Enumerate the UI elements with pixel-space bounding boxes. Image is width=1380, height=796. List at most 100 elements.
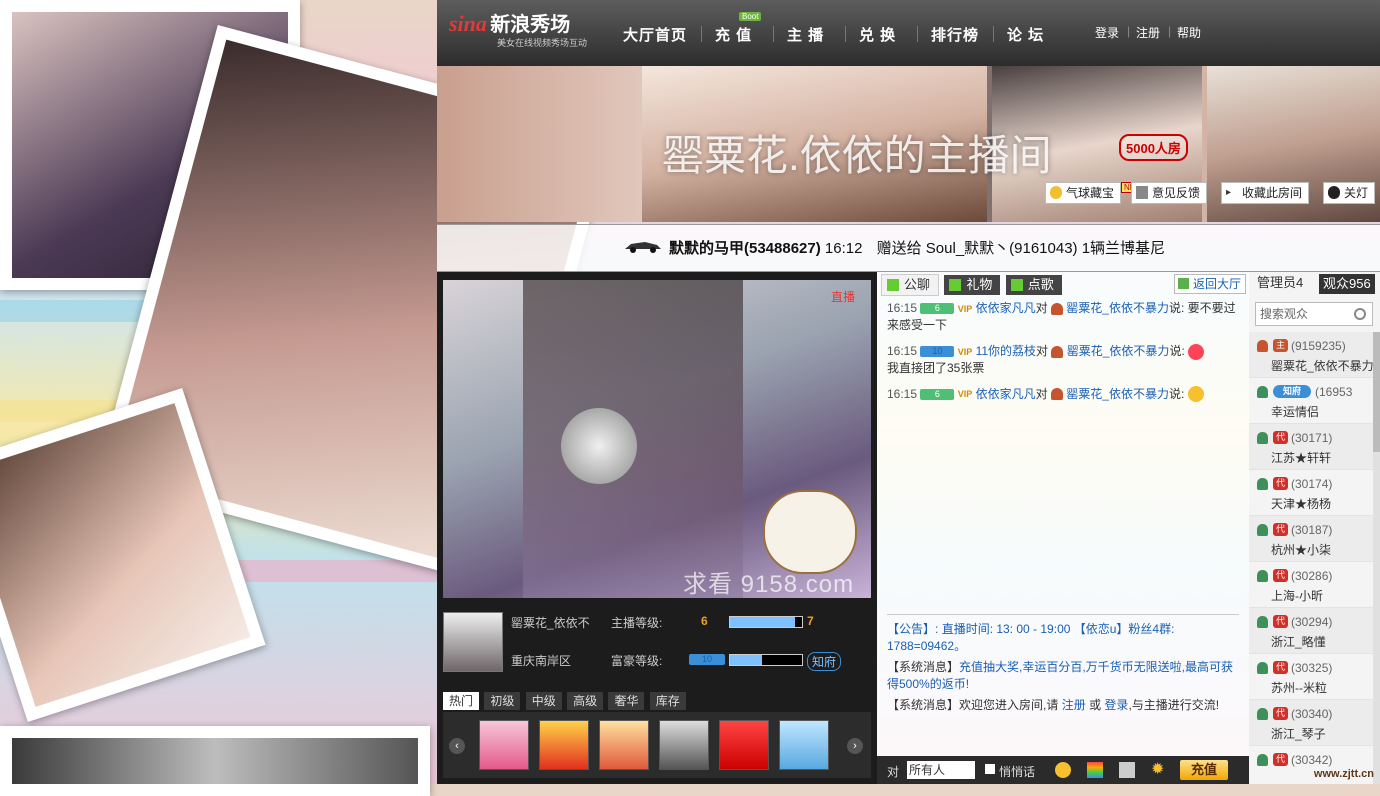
gift-prev-arrow[interactable]: ‹ <box>449 738 465 754</box>
chat-target-select[interactable]: 所有人 <box>907 761 975 779</box>
diamond-icon[interactable] <box>659 720 709 770</box>
to-label: 对 <box>887 765 900 779</box>
live-label: 直播 <box>830 290 855 304</box>
viewer-search-input[interactable]: 搜索观众 <box>1255 302 1373 326</box>
viewer-id: (30187) <box>1291 523 1333 537</box>
host-info: 罂粟花_依依不 重庆南岸区 主播等级: 6 7 富豪等级: 10 知府 <box>443 608 871 682</box>
couple-gift-icon[interactable] <box>599 720 649 770</box>
balloon-treasure-button[interactable]: 气球藏宝 <box>1045 182 1122 204</box>
viewer-row[interactable]: 代 (30286) 上海-小昕 <box>1249 562 1373 608</box>
sender-name[interactable]: 依依家凡凡 <box>976 387 1036 401</box>
user-icon <box>1257 478 1268 490</box>
register-link[interactable]: 注册 <box>1136 24 1160 41</box>
gift-tab-advanced[interactable]: 高级 <box>567 692 604 710</box>
viewer-row[interactable]: 代 (30171) 江苏★轩轩 <box>1249 424 1373 470</box>
login-link[interactable]: 登录 <box>1104 698 1128 712</box>
message-text: 我直接团了35张票 <box>887 360 985 375</box>
viewer-row[interactable]: 代 (30294) 浙江_略懂 <box>1249 608 1373 654</box>
logo-name: 新浪秀场 <box>490 14 571 36</box>
gift-tab-basic[interactable]: 初级 <box>484 692 521 710</box>
top-navigation-bar: sina 新浪秀场 美女在线视频秀场互动 大厅首页 充 值 Boot 主 播 兑… <box>437 0 1380 66</box>
gift-tab-inventory[interactable]: 库存 <box>649 692 686 710</box>
anchor-level-bar <box>729 616 803 628</box>
chat-icon <box>887 279 899 291</box>
site-watermark: www.zjtt.cn <box>1313 768 1374 780</box>
system-message: 【系统消息】充值抽大奖,幸运百分百,万千货币无限送啦,最高可获得500%的返币! <box>887 659 1239 693</box>
user-level-badge: 10 <box>920 346 955 358</box>
host-icon <box>1051 345 1064 358</box>
login-link[interactable]: 登录 <box>1095 24 1119 41</box>
viewer-name: 杭州★小柒 <box>1271 543 1332 557</box>
whisper-checkbox[interactable] <box>985 764 995 774</box>
2012-gift-icon[interactable] <box>779 720 829 770</box>
nav-leaderboard[interactable]: 排行榜 <box>931 24 979 45</box>
register-link[interactable]: 注册 <box>1062 698 1086 712</box>
live-video-player[interactable]: 直播 求看 9158.com <box>443 280 871 598</box>
host-avatar[interactable] <box>443 612 503 672</box>
nav-forum[interactable]: 论 坛 <box>1007 24 1044 45</box>
love-letter-icon[interactable] <box>719 720 769 770</box>
search-icon[interactable] <box>1354 308 1366 320</box>
nav-divider <box>773 26 774 42</box>
tab-viewers[interactable]: 观众956 <box>1319 274 1375 294</box>
gift-next-arrow[interactable]: › <box>847 738 863 754</box>
help-link[interactable]: 帮助 <box>1177 24 1201 41</box>
ticker-text: 默默的马甲(53488627) 16:12 赠送给 Soul_默默丶(91610… <box>669 237 1165 258</box>
color-icon[interactable] <box>1087 762 1103 778</box>
recipient-name[interactable]: 罂粟花_依依不暴力 <box>1067 344 1170 358</box>
gift-tab-luxury[interactable]: 奢华 <box>608 692 645 710</box>
ticker-sender[interactable]: 默默的马甲(53488627) <box>669 240 821 257</box>
viewer-row[interactable]: 代 (30187) 杭州★小柒 <box>1249 516 1373 562</box>
tab-gifts[interactable]: 礼物 <box>944 275 1001 295</box>
lights-off-button[interactable]: 关灯 <box>1323 182 1376 204</box>
recipient-name[interactable]: 罂粟花_依依不暴力 <box>1066 301 1169 315</box>
anchor-level-from: 6 <box>701 614 708 628</box>
tab-admins[interactable]: 管理员4 <box>1253 273 1307 293</box>
nav-exchange[interactable]: 兑 换 <box>859 24 896 45</box>
logo-tagline: 美女在线视频秀场互动 <box>497 38 588 48</box>
viewer-id: (30342) <box>1291 753 1333 767</box>
nav-lobby-home[interactable]: 大厅首页 <box>623 24 687 45</box>
host-icon <box>1257 340 1268 352</box>
gift-carousel: ‹ › <box>443 712 871 778</box>
viewer-row[interactable]: 代 (30340) 浙江_琴子 <box>1249 700 1373 746</box>
nav-divider <box>845 26 846 42</box>
smile-emoji-icon <box>1187 386 1204 403</box>
back-to-lobby-button[interactable]: 返回大厅 <box>1174 274 1247 294</box>
doll-gift-icon[interactable] <box>479 720 529 770</box>
host-name[interactable]: 罂粟花_依依不 <box>511 614 590 631</box>
viewer-id: (30174) <box>1291 477 1333 491</box>
viewer-row[interactable]: 代 (30325) 苏州--米粒 <box>1249 654 1373 700</box>
room-title: 罂粟花.依依的主播间 <box>662 132 1052 179</box>
speaker-icon[interactable] <box>1119 762 1135 778</box>
viewer-list-scrollbar[interactable] <box>1373 332 1380 784</box>
said-word: 说: <box>1168 386 1185 401</box>
sender-name[interactable]: 11你的荔枝 <box>976 344 1036 358</box>
tab-public-chat[interactable]: 公聊 <box>881 274 940 296</box>
nav-anchors[interactable]: 主 播 <box>787 24 824 45</box>
balloon-treasure-label: 气球藏宝 <box>1066 186 1115 200</box>
recharge-button[interactable]: 充值 <box>1180 760 1228 780</box>
giftbox-icon[interactable] <box>539 720 589 770</box>
feedback-button[interactable]: 意见反馈 <box>1131 182 1208 204</box>
announcement-label: 【公告】: <box>887 622 939 636</box>
sina-show-logo[interactable]: sina 新浪秀场 美女在线视频秀场互动 <box>449 8 587 48</box>
viewer-row[interactable]: 代 (30174) 天津★杨杨 <box>1249 470 1373 516</box>
emoji-icon[interactable] <box>1055 762 1071 778</box>
sender-name[interactable]: 依依家凡凡 <box>976 301 1036 315</box>
nav-recharge[interactable]: 充 值 <box>715 24 752 45</box>
gift-tab-hot[interactable]: 热门 <box>443 692 480 710</box>
tab-gifts-label: 礼物 <box>966 277 993 292</box>
scrollbar-thumb[interactable] <box>1373 332 1380 452</box>
tab-song-request[interactable]: 点歌 <box>1005 275 1062 295</box>
viewer-id: (30325) <box>1291 661 1333 675</box>
gift-tab-mid[interactable]: 中级 <box>525 692 562 710</box>
favorite-room-button[interactable]: ▸ 收藏此房间 <box>1221 182 1310 204</box>
viewer-row[interactable]: 知府 (16953 幸运情侣 <box>1249 378 1373 424</box>
settings-gear-icon[interactable]: ✹ <box>1151 762 1167 778</box>
viewer-row[interactable]: 主 (9159235) 罂粟花_依依不暴力 <box>1249 332 1374 378</box>
recipient-name[interactable]: 罂粟花_依依不暴力 <box>1066 387 1169 401</box>
ticker-time: 16:12 <box>824 240 863 257</box>
viewer-badge: 代 <box>1273 615 1288 628</box>
system-message: 【系统消息】欢迎您进入房间,请 注册 或 登录,与主播进行交流! <box>887 697 1239 714</box>
